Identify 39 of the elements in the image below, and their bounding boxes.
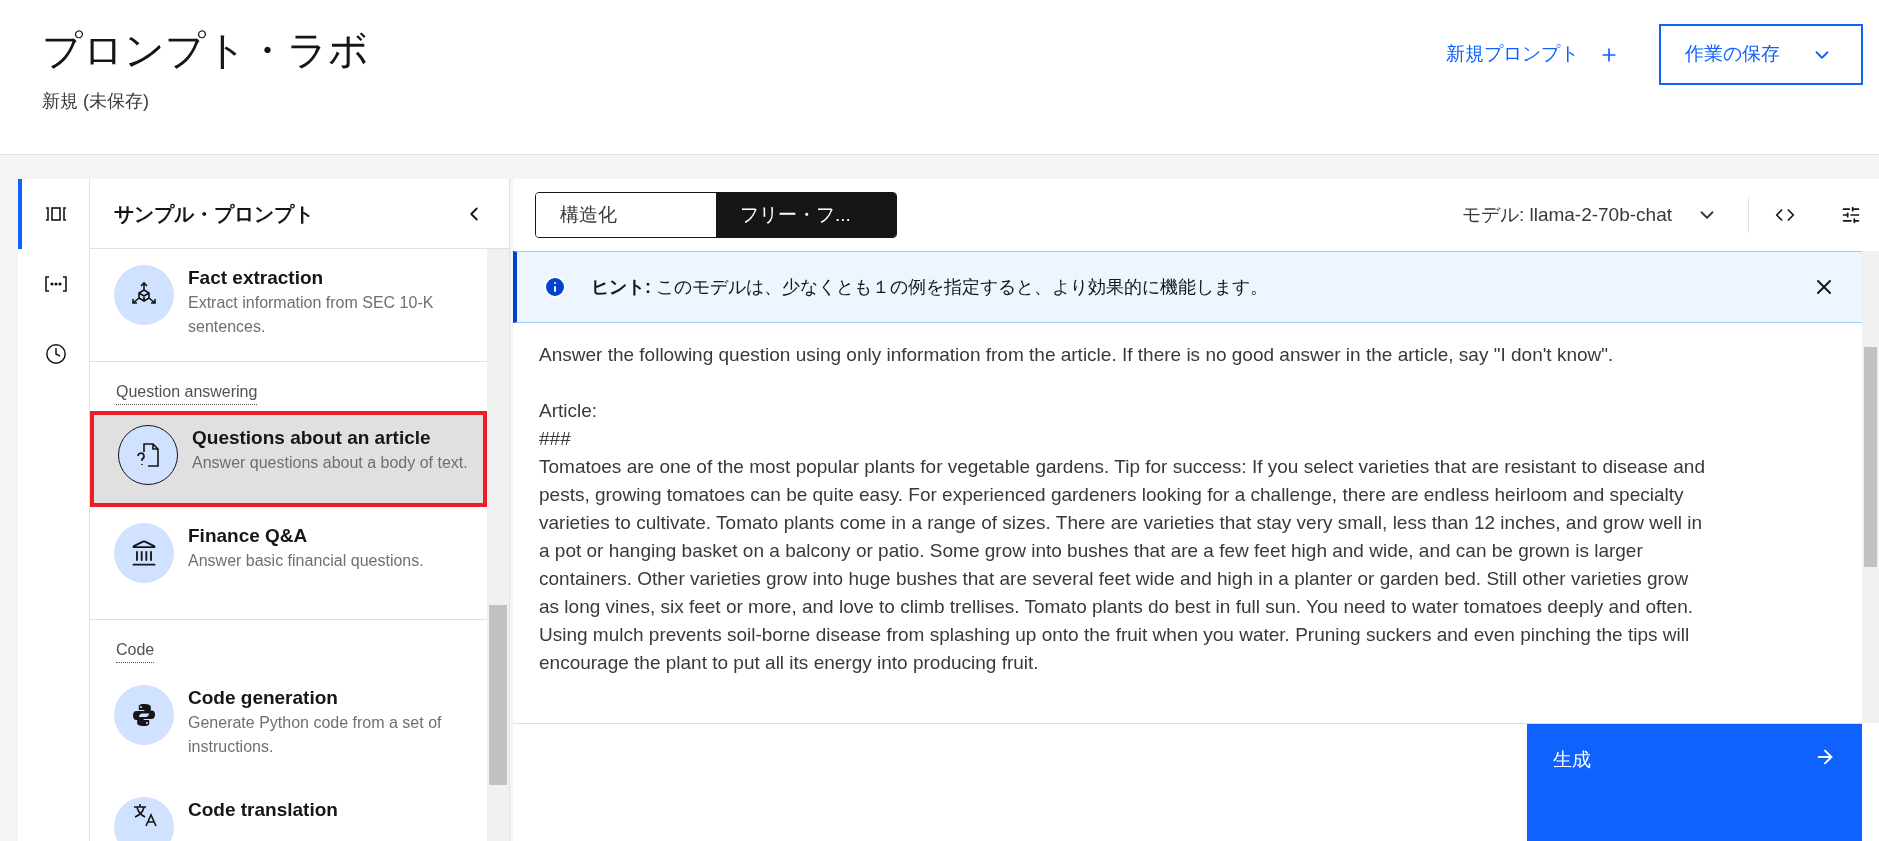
snake-logo-icon	[130, 701, 158, 729]
prompt-text: Answer the following question using only information from the article. If there is no good answer in the article, say "I don't know".	[539, 343, 1615, 367]
prompt-description: Answer basic financial questions.	[188, 551, 424, 571]
settings-icon	[1841, 205, 1861, 225]
brackets-icon	[44, 276, 67, 292]
prompt-description: Answer questions about a body of text.	[192, 453, 468, 473]
sample-prompt-item[interactable]: Code generation Generate Python code from a set of instructions.	[90, 669, 487, 781]
scrollbar[interactable]	[1862, 251, 1879, 723]
prompt-description: Generate Python code from a set of instructions.	[188, 713, 443, 757]
sample-prompt-item[interactable]: Questions about an article Answer questions about a body of text.	[90, 411, 487, 507]
document-question-icon	[134, 441, 162, 469]
bank-icon	[130, 539, 158, 567]
page-subtitle: 新規 (未保存)	[42, 90, 150, 113]
generate-button[interactable]: 生成	[1527, 724, 1862, 841]
prompt-title: Questions about an article	[192, 426, 432, 450]
save-work-button[interactable]: 作業の保存	[1659, 24, 1863, 85]
model-dropdown[interactable]: モデル: llama-2-70b-chat	[1461, 200, 1748, 230]
prompt-text: Tomatoes are one of the most popular plants for vegetable gardens. Tip for success: If you select varieties that are resistant to disease and pests, growing tomatoes can be quite easy. For experienced gardeners looking for a challenge, there are endless heirloom and specialty varieties to cultivate. Tomato plants come in a range of sizes. There are varieties that stay very small, less than 12 inches, and grow well in a pot or hanging basket on a balcony or patio. Some grow into bushes that are a few feet high and wide, and can be grown is larger containers. Other varieties grow into huge bushes that are several feet wide and high in a planter or garden bed. Still other varieties grow as long vines, six feet or more, and love to climb trellises. Tomato plants do best in full sun. You need to water tomatoes deeply and often. Using mulch prevents soil-borne disease from splashing up onto the fruit when you water. Pruning suckers and even pinching the tips will encourage the plant to put all its energy into producing fruit.	[539, 455, 1706, 675]
prompt-title: Code generation	[188, 686, 339, 710]
category-label: Code	[116, 638, 155, 663]
hint-text: ヒント: このモデルは、少なくとも１の例を指定すると、より効果的に機能します。	[591, 275, 1269, 299]
prompt-title: Finance Q&A	[188, 524, 309, 548]
category-label: Question answering	[116, 380, 258, 405]
prompt-text: Article:	[539, 399, 599, 423]
page-title: プロンプト・ラボ	[42, 27, 369, 74]
prompt-title: Code translation	[188, 798, 338, 822]
mode-tab[interactable]: フリー・フ...	[716, 193, 896, 237]
info-icon	[543, 275, 567, 299]
sample-prompt-item[interactable]: Finance Q&A Answer basic financial questions.	[90, 507, 487, 619]
prompt-title: Fact extraction	[188, 266, 325, 290]
panel-title: サンプル・プロンプト	[114, 201, 314, 227]
scrollbar[interactable]	[487, 249, 509, 841]
carousel-icon	[44, 207, 67, 221]
prompt-description: Extract information from SEC 10-K sentences.	[188, 293, 435, 337]
sample-prompt-item[interactable]: Fact extraction Extract information from SEC 10-K sentences.	[90, 249, 487, 361]
sample-prompt-item[interactable]: Code translation	[90, 781, 487, 841]
clock-icon	[44, 343, 67, 365]
prompt-text: ###	[539, 427, 572, 451]
new-prompt-button[interactable]: 新規プロンプト	[1430, 24, 1635, 85]
